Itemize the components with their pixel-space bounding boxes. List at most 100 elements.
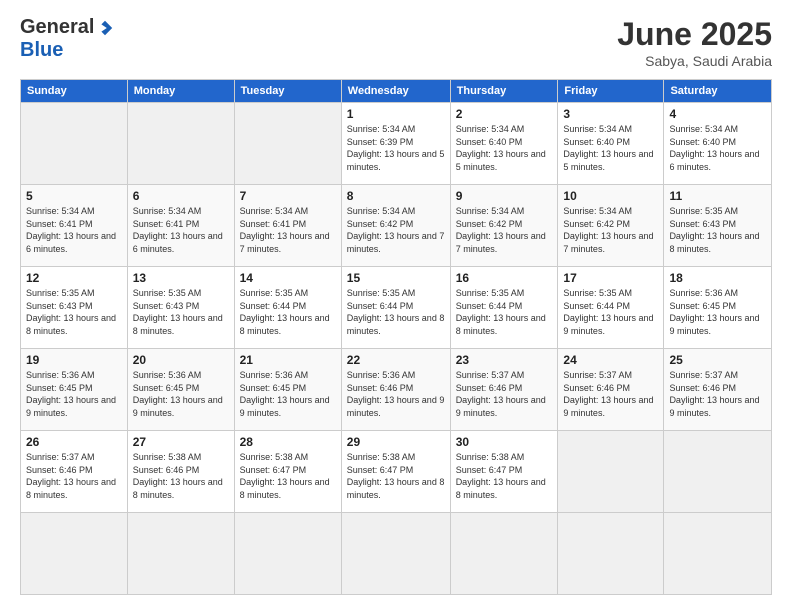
day-number: 13	[133, 271, 229, 285]
calendar-row: 1 Sunrise: 5:34 AMSunset: 6:39 PMDaylight…	[21, 103, 772, 185]
day-info: Sunrise: 5:34 AMSunset: 6:40 PMDaylight:…	[456, 123, 553, 173]
table-row: 3Sunrise: 5:34 AMSunset: 6:40 PMDaylight…	[558, 103, 664, 185]
month-title: June 2025	[617, 16, 772, 53]
day-info: Sunrise: 5:34 AMSunset: 6:39 PMDaylight:…	[347, 123, 445, 173]
table-row: 23 Sunrise: 5:37 AMSunset: 6:46 PMDayligh…	[450, 349, 558, 431]
day-info: Sunrise: 5:34 AMSunset: 6:42 PMDaylight:…	[563, 205, 658, 255]
day-number: 26	[26, 435, 122, 449]
day-info: Sunrise: 5:34 AMSunset: 6:42 PMDaylight:…	[347, 205, 445, 255]
day-number: 11	[669, 189, 766, 203]
day-info: Sunrise: 5:38 AMSunset: 6:47 PMDaylight:…	[347, 451, 445, 501]
table-row	[21, 513, 128, 595]
table-row: 17 Sunrise: 5:35 AMSunset: 6:44 PMDayligh…	[558, 267, 664, 349]
table-row: 1 Sunrise: 5:34 AMSunset: 6:39 PMDaylight…	[341, 103, 450, 185]
col-tuesday: Tuesday	[234, 80, 341, 103]
day-number: 20	[133, 353, 229, 367]
col-friday: Friday	[558, 80, 664, 103]
col-wednesday: Wednesday	[341, 80, 450, 103]
calendar-row: 19 Sunrise: 5:36 AMSunset: 6:45 PMDayligh…	[21, 349, 772, 431]
calendar-table: Sunday Monday Tuesday Wednesday Thursday…	[20, 79, 772, 595]
table-row: 27 Sunrise: 5:38 AMSunset: 6:46 PMDayligh…	[127, 431, 234, 513]
day-info: Sunrise: 5:35 AMSunset: 6:43 PMDaylight:…	[133, 287, 229, 337]
day-number: 17	[563, 271, 658, 285]
day-number: 23	[456, 353, 553, 367]
day-number: 30	[456, 435, 553, 449]
day-number: 7	[240, 189, 336, 203]
day-number: 9	[456, 189, 553, 203]
day-info: Sunrise: 5:37 AMSunset: 6:46 PMDaylight:…	[669, 369, 766, 419]
logo-text: General	[20, 16, 114, 39]
table-row: 15 Sunrise: 5:35 AMSunset: 6:44 PMDayligh…	[341, 267, 450, 349]
day-info: Sunrise: 5:37 AMSunset: 6:46 PMDaylight:…	[456, 369, 553, 419]
table-row: 25 Sunrise: 5:37 AMSunset: 6:46 PMDayligh…	[664, 349, 772, 431]
table-row	[450, 513, 558, 595]
table-row	[234, 513, 341, 595]
table-row: 18Sunrise: 5:36 AMSunset: 6:45 PMDayligh…	[664, 267, 772, 349]
day-number: 27	[133, 435, 229, 449]
day-info: Sunrise: 5:37 AMSunset: 6:46 PMDaylight:…	[26, 451, 122, 501]
day-info: Sunrise: 5:35 AMSunset: 6:43 PMDaylight:…	[26, 287, 122, 337]
day-info: Sunrise: 5:38 AMSunset: 6:47 PMDaylight:…	[240, 451, 336, 501]
day-info: Sunrise: 5:35 AMSunset: 6:44 PMDaylight:…	[347, 287, 445, 337]
table-row: 26 Sunrise: 5:37 AMSunset: 6:46 PMDayligh…	[21, 431, 128, 513]
day-number: 22	[347, 353, 445, 367]
day-number: 25	[669, 353, 766, 367]
table-row: 10 Sunrise: 5:34 AMSunset: 6:42 PMDayligh…	[558, 185, 664, 267]
calendar-row: 5Sunrise: 5:34 AMSunset: 6:41 PMDaylight…	[21, 185, 772, 267]
logo-icon	[96, 19, 114, 37]
table-row: 11Sunrise: 5:35 AMSunset: 6:43 PMDayligh…	[664, 185, 772, 267]
day-number: 10	[563, 189, 658, 203]
calendar-row: 26 Sunrise: 5:37 AMSunset: 6:46 PMDayligh…	[21, 431, 772, 513]
table-row: 16 Sunrise: 5:35 AMSunset: 6:44 PMDayligh…	[450, 267, 558, 349]
day-number: 12	[26, 271, 122, 285]
day-info: Sunrise: 5:34 AMSunset: 6:41 PMDaylight:…	[133, 205, 229, 255]
table-row: 20 Sunrise: 5:36 AMSunset: 6:45 PMDayligh…	[127, 349, 234, 431]
subtitle: Sabya, Saudi Arabia	[617, 53, 772, 69]
col-thursday: Thursday	[450, 80, 558, 103]
table-row: 13 Sunrise: 5:35 AMSunset: 6:43 PMDayligh…	[127, 267, 234, 349]
calendar-header-row: Sunday Monday Tuesday Wednesday Thursday…	[21, 80, 772, 103]
day-number: 15	[347, 271, 445, 285]
day-number: 28	[240, 435, 336, 449]
logo: General Blue	[20, 16, 114, 62]
day-info: Sunrise: 5:36 AMSunset: 6:45 PMDaylight:…	[133, 369, 229, 419]
calendar-row: 12 Sunrise: 5:35 AMSunset: 6:43 PMDayligh…	[21, 267, 772, 349]
table-row: 2 Sunrise: 5:34 AMSunset: 6:40 PMDaylight…	[450, 103, 558, 185]
logo-general: General	[20, 16, 94, 39]
table-row: 28 Sunrise: 5:38 AMSunset: 6:47 PMDayligh…	[234, 431, 341, 513]
day-info: Sunrise: 5:34 AMSunset: 6:41 PMDaylight:…	[26, 205, 122, 255]
table-row: 7 Sunrise: 5:34 AMSunset: 6:41 PMDaylight…	[234, 185, 341, 267]
table-row: 14Sunrise: 5:35 AMSunset: 6:44 PMDayligh…	[234, 267, 341, 349]
header: General Blue June 2025 Sabya, Saudi Arab…	[20, 16, 772, 69]
table-row: 19Sunrise: 5:36 AMSunset: 6:45 PMDayligh…	[21, 349, 128, 431]
day-info: Sunrise: 5:38 AMSunset: 6:46 PMDaylight:…	[133, 451, 229, 501]
day-number: 16	[456, 271, 553, 285]
day-info: Sunrise: 5:34 AMSunset: 6:40 PMDaylight:…	[563, 123, 658, 173]
col-sunday: Sunday	[21, 80, 128, 103]
day-number: 2	[456, 107, 553, 121]
day-info: Sunrise: 5:34 AMSunset: 6:40 PMDaylight:…	[669, 123, 766, 173]
table-row	[127, 103, 234, 185]
day-number: 21	[240, 353, 336, 367]
table-row	[558, 431, 664, 513]
table-row	[341, 513, 450, 595]
day-info: Sunrise: 5:36 AMSunset: 6:46 PMDaylight:…	[347, 369, 445, 419]
col-saturday: Saturday	[664, 80, 772, 103]
day-number: 24	[563, 353, 658, 367]
day-number: 14	[240, 271, 336, 285]
table-row: 12 Sunrise: 5:35 AMSunset: 6:43 PMDayligh…	[21, 267, 128, 349]
day-number: 29	[347, 435, 445, 449]
day-info: Sunrise: 5:35 AMSunset: 6:44 PMDaylight:…	[563, 287, 658, 337]
day-info: Sunrise: 5:36 AMSunset: 6:45 PMDaylight:…	[240, 369, 336, 419]
day-number: 8	[347, 189, 445, 203]
day-info: Sunrise: 5:35 AMSunset: 6:44 PMDaylight:…	[456, 287, 553, 337]
day-number: 1	[347, 107, 445, 121]
day-info: Sunrise: 5:34 AMSunset: 6:42 PMDaylight:…	[456, 205, 553, 255]
page: General Blue June 2025 Sabya, Saudi Arab…	[0, 0, 792, 612]
table-row: 6Sunrise: 5:34 AMSunset: 6:41 PMDaylight…	[127, 185, 234, 267]
day-number: 19	[26, 353, 122, 367]
table-row: 8 Sunrise: 5:34 AMSunset: 6:42 PMDaylight…	[341, 185, 450, 267]
title-block: June 2025 Sabya, Saudi Arabia	[617, 16, 772, 69]
day-info: Sunrise: 5:34 AMSunset: 6:41 PMDaylight:…	[240, 205, 336, 255]
table-row: 24Sunrise: 5:37 AMSunset: 6:46 PMDayligh…	[558, 349, 664, 431]
